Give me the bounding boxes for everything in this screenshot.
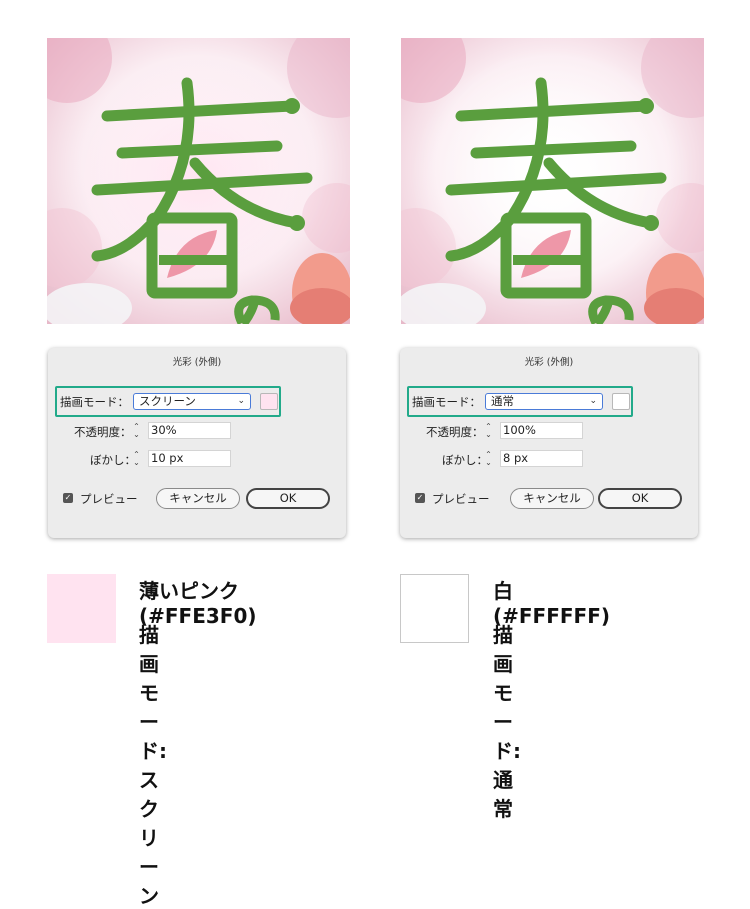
opacity-input[interactable]: 100% bbox=[500, 422, 583, 439]
chevron-down-icon: ⌄ bbox=[589, 396, 597, 406]
glow-color-swatch[interactable] bbox=[612, 393, 630, 410]
chevron-down-icon: ⌄ bbox=[237, 396, 245, 406]
ok-button[interactable]: OK bbox=[246, 488, 330, 509]
up-down-stepper-icon[interactable]: ⌃ ⌄ bbox=[482, 451, 495, 468]
outer-glow-dialog: 光彩 (外側) 描画モード： 通常 ⌄ 不透明度： ⌃ ⌄ 100% ぼかし： ⌃… bbox=[400, 348, 698, 538]
photo-screen-glow bbox=[47, 38, 350, 324]
up-down-stepper-icon[interactable]: ⌃ ⌄ bbox=[130, 451, 143, 468]
opacity-input[interactable]: 30% bbox=[148, 422, 231, 439]
photo-normal-glow bbox=[401, 38, 704, 324]
blossom-background bbox=[47, 38, 350, 324]
cancel-button[interactable]: キャンセル bbox=[510, 488, 594, 509]
legend-mode-text: 描画モード:通常 bbox=[493, 623, 521, 821]
checkmark-icon[interactable]: ✓ bbox=[415, 493, 425, 503]
preview-label: プレビュー bbox=[432, 492, 490, 506]
up-down-stepper-icon[interactable]: ⌃ ⌄ bbox=[130, 423, 143, 440]
dialog-title: 光彩 (外側) bbox=[524, 357, 574, 368]
blur-input[interactable]: 10 px bbox=[148, 450, 231, 467]
blend-mode-value: スクリーン bbox=[139, 394, 196, 408]
blend-mode-label: 描画モード： bbox=[60, 395, 129, 409]
blend-mode-label: 描画モード： bbox=[412, 395, 481, 409]
opacity-label: 不透明度： bbox=[426, 425, 484, 439]
preview-label: プレビュー bbox=[80, 492, 138, 506]
blur-input[interactable]: 8 px bbox=[500, 450, 583, 467]
opacity-label: 不透明度： bbox=[74, 425, 132, 439]
glow-color-swatch[interactable] bbox=[260, 393, 278, 410]
blend-mode-select[interactable]: 通常 ⌄ bbox=[485, 393, 603, 410]
blossom-background bbox=[401, 38, 704, 324]
dialog-title: 光彩 (外側) bbox=[172, 357, 222, 368]
legend-swatch-pink bbox=[47, 574, 116, 643]
ok-button[interactable]: OK bbox=[598, 488, 682, 509]
outer-glow-dialog: 光彩 (外側) 描画モード： スクリーン ⌄ 不透明度： ⌃ ⌄ 30% ぼかし：… bbox=[48, 348, 346, 538]
blend-mode-select[interactable]: スクリーン ⌄ bbox=[133, 393, 251, 410]
checkmark-icon[interactable]: ✓ bbox=[63, 493, 73, 503]
cancel-button[interactable]: キャンセル bbox=[156, 488, 240, 509]
legend-swatch-white bbox=[400, 574, 469, 643]
legend-mode-text: 描画モード:スクリーン bbox=[139, 623, 167, 908]
blend-mode-value: 通常 bbox=[491, 394, 514, 408]
up-down-stepper-icon[interactable]: ⌃ ⌄ bbox=[482, 423, 495, 440]
